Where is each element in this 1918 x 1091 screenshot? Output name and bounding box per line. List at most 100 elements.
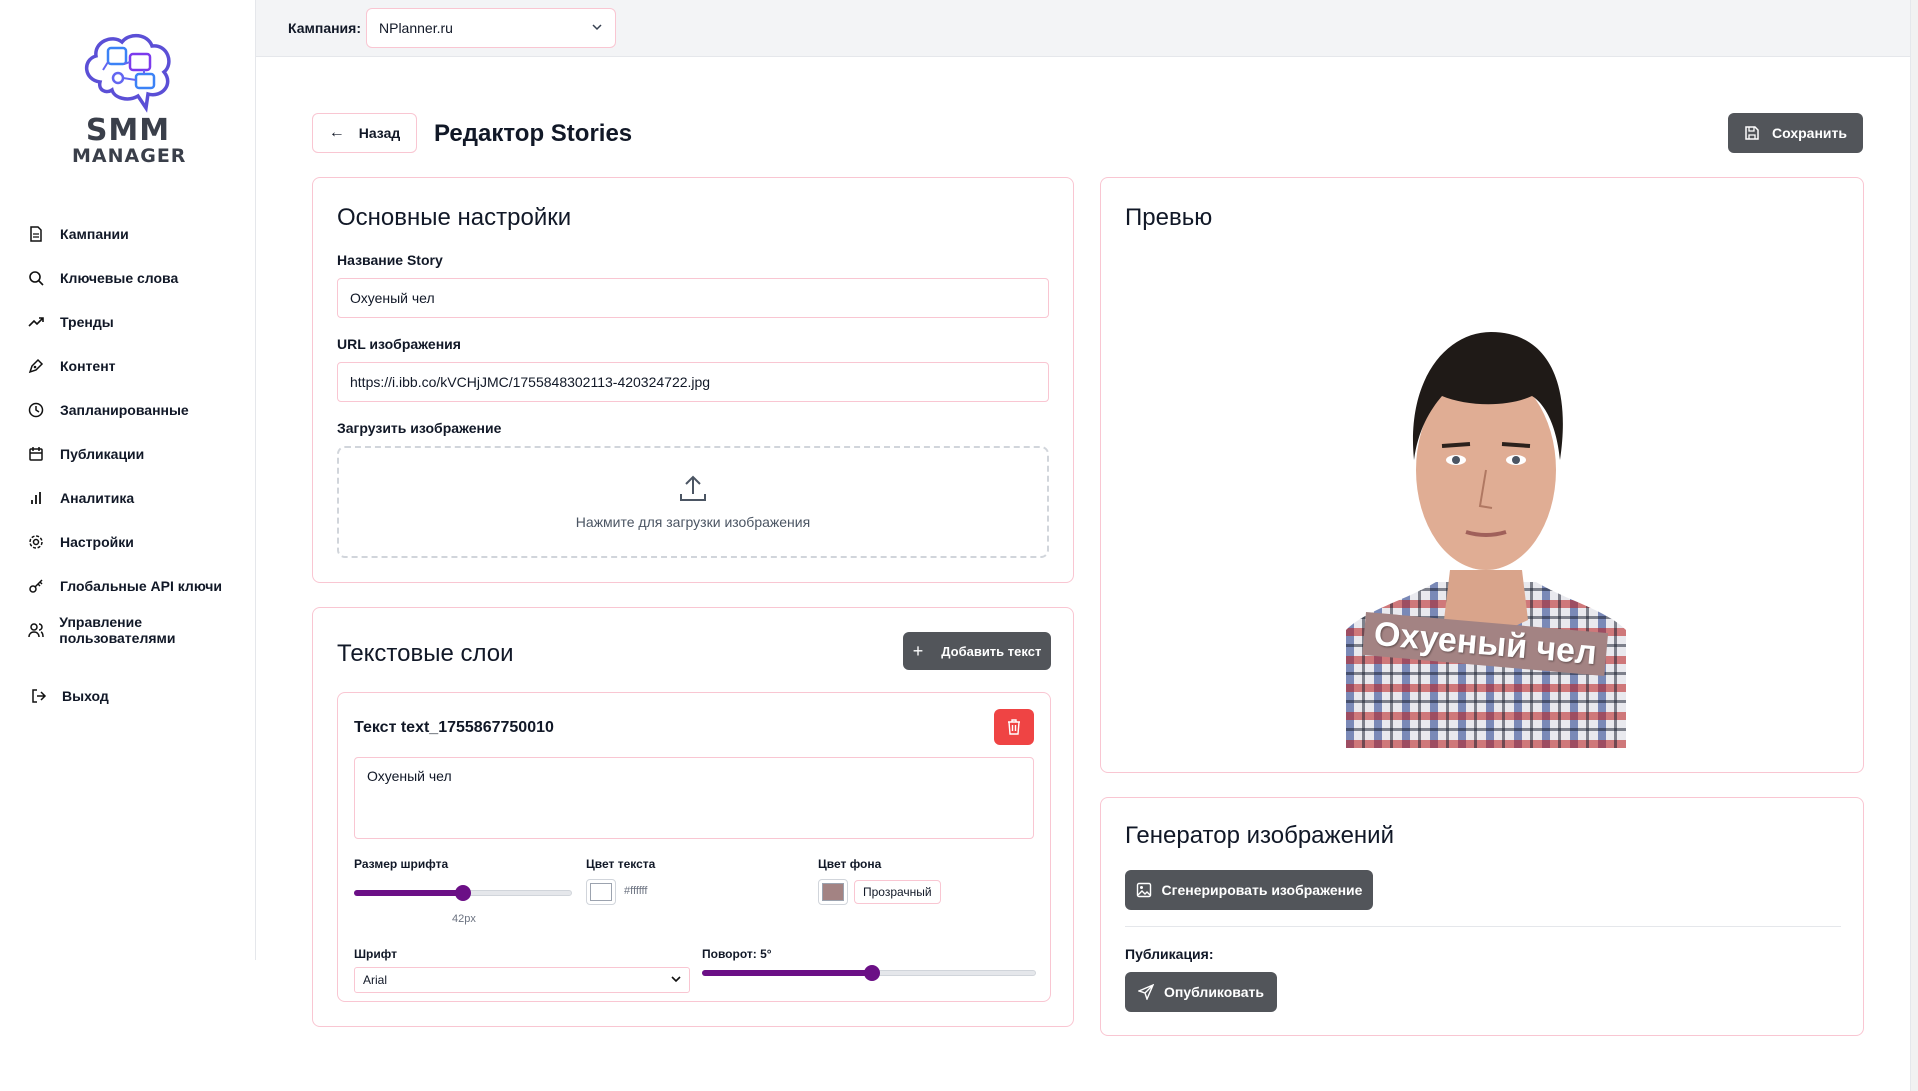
trash-icon [1008,719,1020,735]
rotation-label: Поворот: 5° [702,947,772,961]
image-generator-title: Генератор изображений [1125,822,1394,849]
image-upload-dropzone[interactable]: Нажмите для загрузки изображения [337,446,1049,558]
image-generator-card: Генератор изображений Сгенерировать изоб… [1100,797,1864,1036]
person-photo [1346,332,1626,748]
sidebar-item-users[interactable]: Управление пользователями [24,608,256,652]
sidebar-item-label: Публикации [60,446,145,462]
logo-text-manager: MANAGER [72,145,187,167]
slider-fill [702,970,873,976]
story-preview-image [1346,320,1626,748]
users-icon [24,618,47,642]
sidebar-item-label: Контент [60,358,116,374]
slider-thumb[interactable] [864,965,881,981]
image-url-label: URL изображения [337,336,461,352]
sidebar-item-label: Настройки [60,534,134,550]
text-color-value: #ffffff [624,885,648,897]
basic-settings-title: Основные настройки [337,204,572,231]
text-color-picker[interactable] [586,879,616,905]
transparent-bg-button[interactable]: Прозрачный [854,880,941,904]
sidebar: SMM MANAGER Кампании Ключевые слова Трен… [0,0,256,960]
search-icon [24,266,48,290]
text-color-chip [590,883,612,901]
back-button-label: Назад [358,125,401,141]
story-name-input[interactable]: Охуеный чел [337,278,1049,318]
sidebar-item-api-keys[interactable]: Глобальные API ключи [24,564,256,608]
text-layers-title: Текстовые слои [337,640,514,667]
plus-icon: + [912,640,924,661]
text-layers-card: Текстовые слои + Добавить текст Текст te… [312,607,1074,1027]
brain-logo-icon [85,33,171,113]
bg-color-picker[interactable] [818,879,848,905]
key-icon [24,574,48,598]
trending-up-icon [24,310,48,334]
logout-label: Выход [62,688,109,704]
font-family-select[interactable]: Arial [354,967,690,993]
add-text-button[interactable]: + Добавить текст [903,632,1051,670]
text-layer-title: Текст text_1755867750010 [354,719,554,736]
sidebar-item-content[interactable]: Контент [24,344,256,388]
save-icon [1745,126,1759,140]
send-icon [1138,984,1154,1000]
sidebar-item-label: Тренды [60,314,114,330]
sidebar-item-publications[interactable]: Публикации [24,432,256,476]
publish-button[interactable]: Опубликовать [1125,972,1277,1012]
logo-text-smm: SMM [85,113,171,148]
sidebar-item-label: Глобальные API ключи [60,578,222,594]
sidebar-item-keywords[interactable]: Ключевые слова [24,256,256,300]
campaign-select[interactable]: NPlanner.ru [366,8,616,48]
page-scrollbar[interactable] [1910,0,1918,1091]
save-button-label: Сохранить [1772,125,1847,141]
font-family-value: Arial [363,973,388,987]
text-color-label: Цвет текста [586,857,656,871]
pen-tool-icon [24,354,48,378]
sidebar-item-label: Запланированные [60,402,189,418]
text-layer-item: Текст text_1755867750010 Охуеный чел Раз… [337,692,1051,1002]
section-divider [1125,926,1841,927]
bg-color-chip [822,883,844,901]
publish-label: Опубликовать [1164,984,1264,1000]
story-name-label: Название Story [337,252,443,268]
upload-hint: Нажмите для загрузки изображения [575,514,811,530]
slider-thumb[interactable] [455,885,471,901]
upload-icon [680,475,706,501]
sidebar-item-label: Ключевые слова [60,270,179,286]
image-url-input[interactable]: https://i.ibb.co/kVCHjJMC/1755848302113-… [337,362,1049,402]
font-size-slider[interactable] [354,885,572,901]
generate-image-button[interactable]: Сгенерировать изображение [1125,870,1373,910]
gear-icon [24,530,48,554]
upload-image-label: Загрузить изображение [337,420,502,436]
logout-icon [28,685,50,707]
add-text-label: Добавить текст [941,643,1042,659]
font-family-label: Шрифт [354,947,397,961]
sidebar-item-label: Управление пользователями [59,614,176,646]
slider-fill [354,890,463,896]
page-title: Редактор Stories [434,120,633,147]
app-logo[interactable]: SMM MANAGER [72,32,187,168]
sidebar-nav: Кампании Ключевые слова Тренды Контент З… [24,212,256,652]
save-button[interactable]: Сохранить [1728,113,1863,153]
font-size-label: Размер шрифта [354,857,449,871]
sidebar-item-campaigns[interactable]: Кампании [24,212,256,256]
sidebar-item-label: Кампании [60,226,129,242]
sidebar-item-scheduled[interactable]: Запланированные [24,388,256,432]
image-icon [1136,882,1151,898]
delete-layer-button[interactable] [994,709,1034,745]
basic-settings-card: Основные настройки Название Story Охуены… [312,177,1074,583]
logout-button[interactable]: Выход [28,682,109,710]
sidebar-item-trends[interactable]: Тренды [24,300,256,344]
sidebar-item-settings[interactable]: Настройки [24,520,256,564]
preview-title: Превью [1125,204,1213,231]
rotation-slider[interactable] [702,965,1036,981]
document-icon [24,222,48,246]
campaign-select-value: NPlanner.ru [379,20,453,36]
arrow-left-icon: ← [328,124,345,141]
publication-label: Публикация: [1125,946,1214,962]
bg-color-label: Цвет фона [818,857,882,871]
campaign-label: Кампания: [288,20,361,36]
sidebar-item-analytics[interactable]: Аналитика [24,476,256,520]
back-button[interactable]: ← Назад [312,113,417,153]
layer-text-input[interactable]: Охуеный чел [354,757,1034,839]
bar-chart-icon [24,486,48,510]
chevron-down-icon [671,973,681,987]
chevron-down-icon [591,20,603,36]
